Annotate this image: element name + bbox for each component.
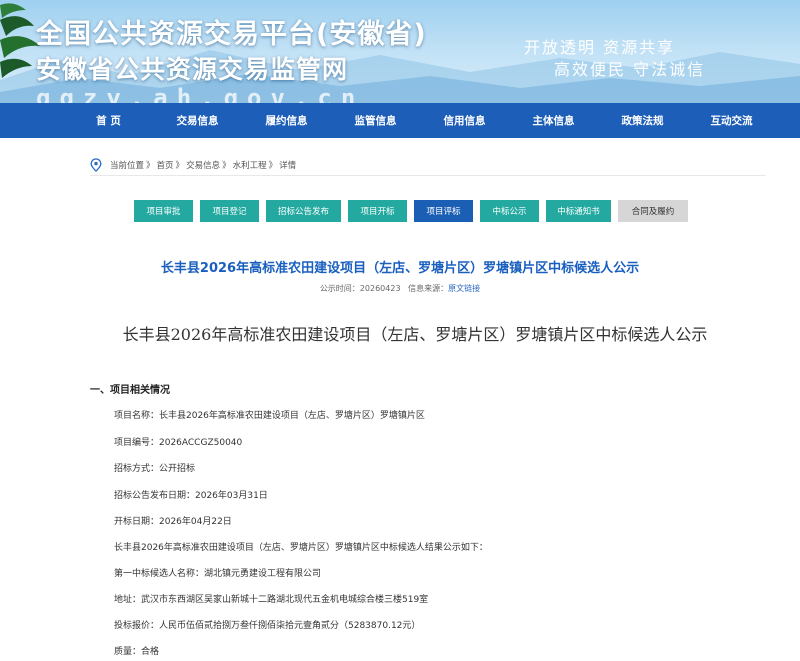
- publish-label: 公示时间：: [319, 284, 360, 293]
- nav-item-credit-info[interactable]: 信用信息: [420, 113, 509, 128]
- tab-bid-opening[interactable]: 项目开标: [348, 200, 407, 222]
- tab-award-publicity[interactable]: 中标公示: [480, 200, 539, 222]
- content-line: 招标方式：公开招标: [114, 464, 196, 474]
- article-subtitle: 长丰县2026年高标准农田建设项目（左店、罗塘片区）罗塘镇片区中标候选人公示: [122, 325, 708, 344]
- nav-item-interaction[interactable]: 互动交流: [687, 113, 776, 128]
- site-url: ggzy.ah.gov.cn: [36, 84, 365, 103]
- source-label: 信息来源：: [408, 284, 449, 293]
- slogan-line2: 高效便民 守法诚信: [554, 60, 706, 79]
- tab-project-registration[interactable]: 项目登记: [200, 200, 259, 222]
- content-line: 开标日期：2026年04月22日: [114, 517, 232, 527]
- content-line: 招标公告发布日期：2026年03月31日: [114, 491, 268, 501]
- content-line: 地址：武汉市东西湖区吴家山新城十二路湖北现代五金机电城综合楼三楼519室: [114, 595, 429, 605]
- section-heading: 一、项目相关情况: [90, 385, 170, 396]
- nav-item-policy[interactable]: 政策法规: [598, 113, 687, 128]
- location-pin-icon: [90, 157, 102, 172]
- nav-item-entity-info[interactable]: 主体信息: [509, 113, 598, 128]
- article-meta: 公示时间：20260423 信息来源：原文链接: [0, 283, 800, 294]
- nav-item-trade-info[interactable]: 交易信息: [153, 113, 242, 128]
- breadcrumb-separator: 》: [268, 160, 278, 171]
- tab-award-notice[interactable]: 中标通知书: [546, 200, 611, 222]
- nav-item-home[interactable]: 首 页: [64, 113, 153, 128]
- content-line: 长丰县2026年高标准农田建设项目（左店、罗塘片区）罗塘镇片区中标候选人结果公示…: [114, 543, 488, 553]
- source-link[interactable]: 原文链接: [448, 284, 480, 293]
- content-line: 质量：合格: [114, 647, 160, 657]
- slogan-line1: 开放透明 资源共享: [524, 38, 676, 57]
- breadcrumb-separator: 》: [175, 160, 185, 171]
- site-banner: 全国公共资源交易平台(安徽省) 安徽省公共资源交易监管网 ggzy.ah.gov…: [0, 0, 800, 103]
- tab-bid-evaluation[interactable]: 项目评标: [414, 200, 473, 222]
- tab-contract-performance[interactable]: 合同及履约: [618, 200, 688, 222]
- main-nav: 首 页 交易信息 履约信息 监管信息 信用信息 主体信息 政策法规 互动交流: [0, 103, 800, 138]
- content-line: 第一中标候选人名称：湖北镇元勇建设工程有限公司: [114, 569, 322, 579]
- breadcrumb-separator: 》: [146, 160, 155, 171]
- content-line: 项目编号：2026ACCGZ50040: [114, 438, 243, 448]
- tab-tender-notice[interactable]: 招标公告发布: [266, 200, 341, 222]
- breadcrumb-water-engineering[interactable]: 水利工程: [233, 159, 267, 171]
- publish-date: 20260423: [359, 284, 401, 293]
- site-title-line1: 全国公共资源交易平台(安徽省): [36, 19, 427, 50]
- breadcrumb-current-label: 当前位置: [110, 160, 145, 171]
- nav-item-supervision-info[interactable]: 监管信息: [331, 113, 420, 128]
- site-title-line2: 安徽省公共资源交易监管网: [36, 55, 349, 84]
- breadcrumb: 当前位置 》 首页 》 交易信息 》 水利工程 》 详情: [90, 154, 766, 176]
- breadcrumb-trade-info[interactable]: 交易信息: [186, 159, 220, 171]
- content-line: 投标报价：人民币伍佰贰拾捌万叁仟捌佰柒拾元壹角贰分（5283870.12元）: [114, 621, 421, 631]
- content-line: 项目名称：长丰县2026年高标准农田建设项目（左店、罗塘片区）罗塘镇片区: [114, 411, 425, 421]
- breadcrumb-home[interactable]: 首页: [157, 159, 174, 171]
- breadcrumb-detail: 详情: [279, 160, 297, 171]
- nav-item-performance-info[interactable]: 履约信息: [242, 113, 331, 128]
- article-title: 长丰县2026年高标准农田建设项目（左店、罗塘片区）罗塘镇片区中标候选人公示: [160, 261, 640, 276]
- process-tabs: 项目审批 项目登记 招标公告发布 项目开标 项目评标 中标公示 中标通知书 合同…: [134, 200, 695, 222]
- tab-project-approval[interactable]: 项目审批: [134, 200, 193, 222]
- breadcrumb-separator: 》: [222, 160, 231, 171]
